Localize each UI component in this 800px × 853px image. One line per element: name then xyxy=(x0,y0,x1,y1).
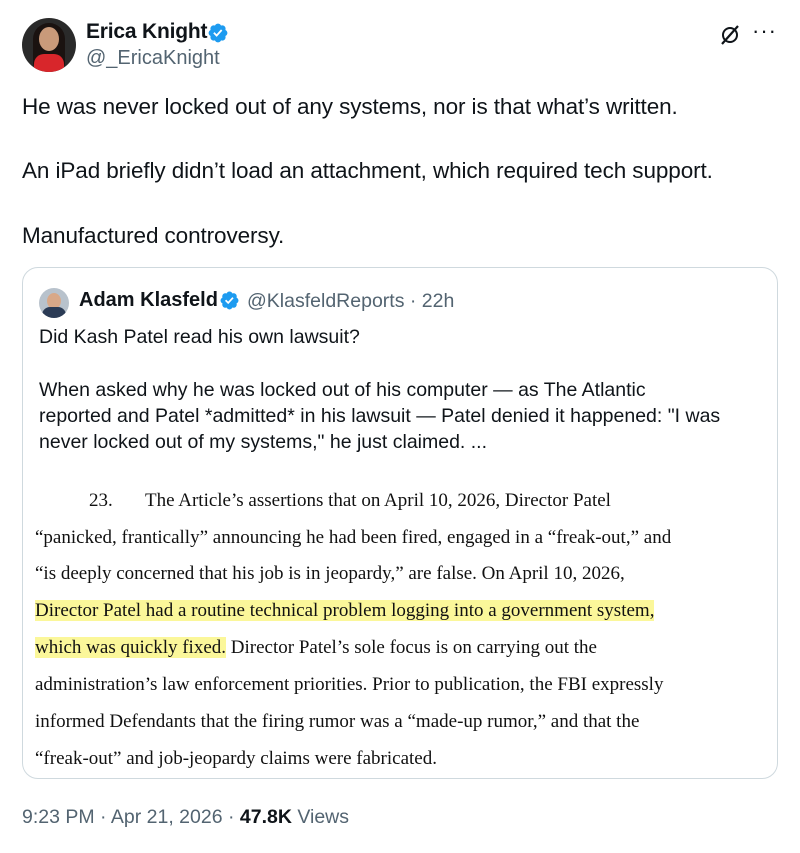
avatar-dress xyxy=(34,54,64,72)
avatar-face xyxy=(39,27,59,51)
tweet-text-line-2: An iPad briefly didn’t load an attachmen… xyxy=(22,158,713,183)
quoted-author-avatar xyxy=(39,288,69,318)
doc-line-3: “is deeply concerned that his job is in … xyxy=(35,563,625,584)
doc-line-4: Director Patel had a routine technical p… xyxy=(35,599,655,623)
tweet-text-line-1: He was never locked out of any systems, … xyxy=(22,94,678,119)
quoted-verified-badge-icon xyxy=(220,291,239,310)
doc-line-5-rest: Director Patel’s sole focus is on carryi… xyxy=(226,637,597,658)
verified-badge-icon xyxy=(208,23,228,43)
doc-line-1: The Article’s assertions that on April 1… xyxy=(145,490,611,511)
doc-line-6: administration’s law enforcement priorit… xyxy=(35,674,664,695)
views-label: Views xyxy=(291,806,350,828)
doc-highlight-2: which was quickly fixed. xyxy=(35,637,227,658)
view-count: 47.8K xyxy=(239,806,292,828)
quoted-text-line-4: never locked out of my systems," he just… xyxy=(39,431,488,453)
author-name[interactable]: Erica Knight xyxy=(86,20,207,44)
tweet-text-line-3: Manufactured controversy. xyxy=(22,223,285,248)
doc-line-8: “freak-out” and job-jeopardy claims were… xyxy=(35,748,437,769)
grok-icon[interactable] xyxy=(718,23,742,47)
tweet-timestamp[interactable]: 9:23 PM · Apr 21, 2026 · xyxy=(22,806,240,828)
doc-line-2: “panicked, frantically” announcing he ha… xyxy=(35,527,672,548)
quoted-author-name: Adam Klasfeld xyxy=(79,289,218,311)
author-handle[interactable]: @_EricaKnight xyxy=(86,47,220,70)
tweet-metadata: 9:23 PM · Apr 21, 2026 · 47.8K Views xyxy=(22,806,349,829)
doc-paragraph-number: 23. xyxy=(89,490,113,511)
quoted-handle-time: @KlasfeldReports · 22h xyxy=(247,290,455,312)
more-options-icon[interactable]: ··· xyxy=(752,18,777,44)
doc-highlight-1: Director Patel had a routine technical p… xyxy=(35,600,655,621)
doc-line-7: informed Defendants that the firing rumo… xyxy=(35,711,640,732)
doc-line-5: which was quickly fixed. Director Patel’… xyxy=(35,636,597,660)
quoted-text-line-1: Did Kash Patel read his own lawsuit? xyxy=(39,326,360,348)
quoted-text-line-3: reported and Patel *admitted* in his law… xyxy=(39,405,721,427)
quoted-tweet[interactable]: Adam Klasfeld @KlasfeldReports · 22h Did… xyxy=(22,267,778,779)
author-avatar[interactable] xyxy=(22,18,76,72)
quoted-text-line-2: When asked why he was locked out of his … xyxy=(39,379,646,401)
quoted-avatar-body xyxy=(42,307,66,318)
